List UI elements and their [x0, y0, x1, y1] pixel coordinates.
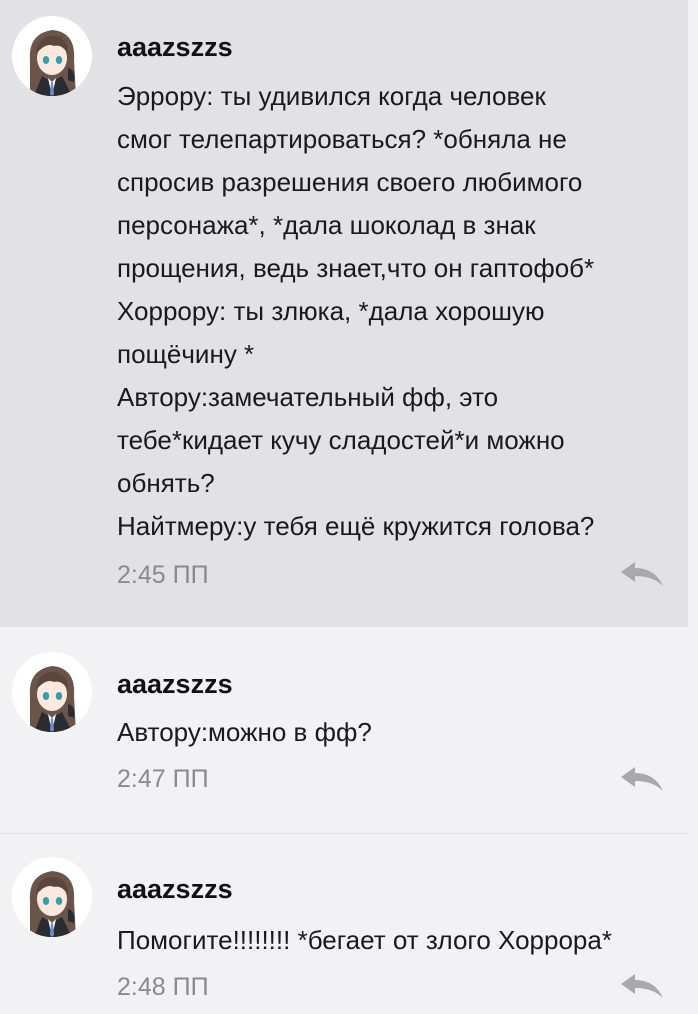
comment-item: aaazszzs Помогите!!!!!!!! *бегает от зло…: [0, 834, 688, 1014]
comment-timestamp: 2:45 ПП: [117, 561, 209, 589]
comment-text: Помогите!!!!!!!! *бегает от злого Хоррор…: [117, 925, 612, 955]
username[interactable]: aaazszzs: [117, 31, 233, 63]
reply-arrow-icon: [621, 562, 663, 586]
username[interactable]: aaazszzs: [117, 873, 233, 905]
anime-girl-avatar-icon: [12, 652, 92, 732]
anime-girl-avatar-icon: [12, 857, 92, 937]
comment-text: Автору:можно в фф?: [117, 717, 372, 747]
reply-arrow-icon: [621, 974, 663, 998]
username[interactable]: aaazszzs: [117, 668, 233, 700]
user-avatar[interactable]: [12, 16, 92, 96]
reply-button[interactable]: [619, 765, 665, 793]
anime-girl-avatar-icon: [12, 16, 92, 96]
user-avatar[interactable]: [12, 652, 92, 732]
reply-arrow-icon: [621, 767, 663, 791]
comment-text: Эррору: ты удивился когда человек смог т…: [117, 81, 595, 541]
comment-timestamp: 2:47 ПП: [117, 765, 209, 793]
comment-item: aaazszzs Эррору: ты удивился когда челов…: [0, 0, 688, 627]
reply-button[interactable]: [619, 560, 665, 588]
comment-item: aaazszzs Автору:можно в фф? 2:47 ПП: [0, 627, 688, 834]
reply-button[interactable]: [619, 972, 665, 1000]
comment-timestamp: 2:48 ПП: [117, 973, 209, 1001]
comment-feed: aaazszzs Эррору: ты удивился когда челов…: [0, 0, 688, 1014]
user-avatar[interactable]: [12, 857, 92, 937]
